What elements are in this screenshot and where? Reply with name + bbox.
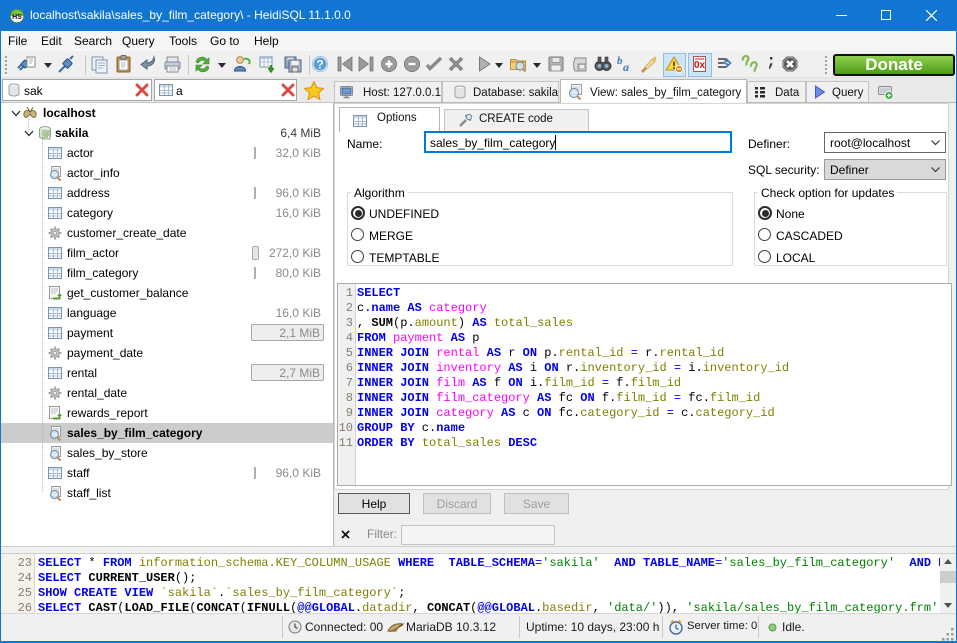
svg-text:0x: 0x (694, 60, 706, 71)
svg-text:HS: HS (12, 14, 22, 21)
svg-text:?: ? (316, 58, 323, 72)
svg-text:a: a (623, 60, 629, 74)
